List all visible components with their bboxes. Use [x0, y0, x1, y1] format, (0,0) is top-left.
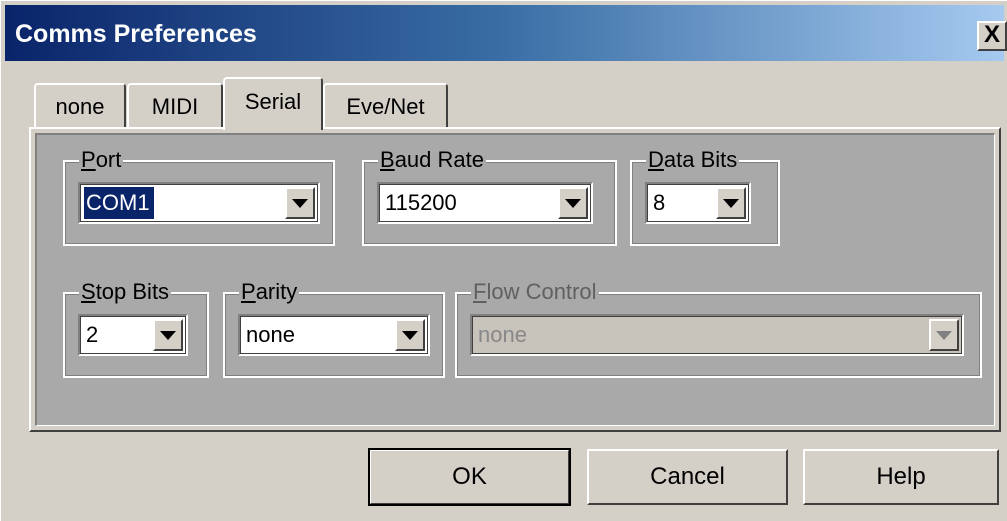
data-bits-label-text: ata Bits [663, 147, 738, 172]
serial-settings-area: Port COM1 Baud Rate 115200 Data Bits 8 S… [35, 133, 995, 426]
data-bits-group: Data Bits 8 [630, 147, 780, 246]
baud-rate-group-label: Baud Rate [378, 147, 486, 173]
tab-label: Eve/Net [346, 94, 425, 119]
flow-control-label-text: low Control [486, 279, 597, 304]
chevron-down-icon [929, 319, 959, 351]
chevron-down-icon[interactable] [716, 187, 746, 219]
help-button[interactable]: Help [803, 449, 999, 505]
data-bits-label-mnemonic: D [648, 147, 664, 172]
flow-control-label-mnemonic: F [473, 279, 487, 304]
window-title: Comms Preferences [15, 20, 257, 48]
port-value: COM1 [84, 187, 154, 219]
title-bar[interactable]: Comms Preferences X [5, 5, 1007, 61]
tab-label: MIDI [151, 94, 199, 119]
stop-bits-label-text: top Bits [95, 279, 170, 304]
close-button[interactable]: X [977, 21, 1007, 51]
data-bits-group-label: Data Bits [646, 147, 740, 173]
tab-eve-net[interactable]: Eve/Net [323, 83, 448, 129]
data-bits-select[interactable]: 8 [645, 182, 751, 224]
parity-select[interactable]: none [238, 314, 430, 356]
tab-label: Serial [244, 89, 302, 114]
data-bits-value: 8 [653, 190, 666, 215]
flow-control-group-label: Flow Control [471, 279, 599, 305]
serial-tab-panel: Port COM1 Baud Rate 115200 Data Bits 8 S… [29, 127, 1001, 432]
flow-control-select: none [470, 314, 964, 356]
baud-rate-label-text: aud Rate [394, 147, 484, 172]
chevron-down-icon[interactable] [558, 187, 588, 219]
chevron-down-icon[interactable] [153, 319, 183, 351]
parity-label-mnemonic: P [241, 279, 256, 304]
ok-button[interactable]: OK [368, 448, 571, 506]
stop-bits-select[interactable]: 2 [78, 314, 188, 356]
stop-bits-label-mnemonic: S [81, 279, 96, 304]
baud-rate-value: 115200 [385, 190, 457, 215]
stop-bits-group: Stop Bits 2 [63, 279, 209, 378]
chevron-down-icon[interactable] [285, 187, 315, 219]
port-label-mnemonic: P [81, 147, 96, 172]
chevron-down-icon[interactable] [395, 319, 425, 351]
flow-control-value: none [478, 322, 527, 347]
stop-bits-group-label: Stop Bits [79, 279, 172, 305]
cancel-button[interactable]: Cancel [587, 449, 788, 505]
tab-none[interactable]: none [34, 83, 126, 129]
port-group: Port COM1 [63, 147, 335, 246]
port-group-label: Port [79, 147, 124, 173]
parity-group: Parity none [223, 279, 445, 378]
tab-midi[interactable]: MIDI [127, 83, 223, 129]
parity-group-label: Parity [239, 279, 300, 305]
tab-label: none [55, 94, 105, 119]
parity-label-text: arity [255, 279, 298, 304]
comms-preferences-dialog: Comms Preferences X none MIDI Serial Eve… [0, 0, 1007, 521]
baud-rate-group: Baud Rate 115200 [362, 147, 617, 246]
flow-control-group: Flow Control none [455, 279, 982, 378]
parity-value: none [246, 322, 295, 347]
tab-serial[interactable]: Serial [223, 77, 323, 130]
stop-bits-value: 2 [86, 322, 99, 347]
baud-rate-select[interactable]: 115200 [377, 182, 593, 224]
baud-rate-label-mnemonic: B [380, 147, 395, 172]
port-label-text: ort [95, 147, 122, 172]
port-select[interactable]: COM1 [78, 182, 320, 224]
